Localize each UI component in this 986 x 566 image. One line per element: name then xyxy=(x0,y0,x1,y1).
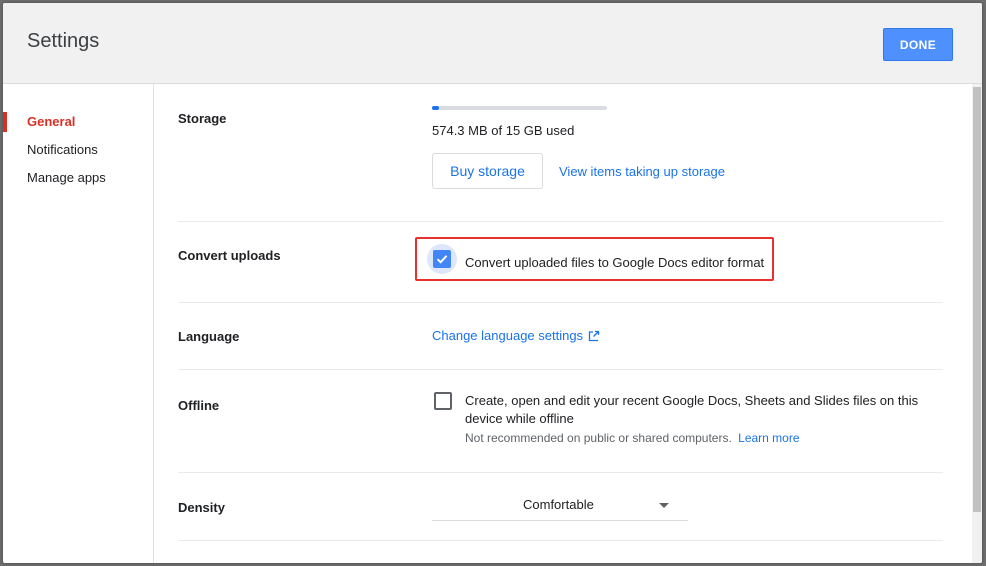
storage-used-text: 574.3 MB of 15 GB used xyxy=(432,123,575,138)
density-label: Density xyxy=(178,500,225,515)
offline-checkbox[interactable] xyxy=(434,392,452,410)
language-label: Language xyxy=(178,329,240,344)
dropdown-arrow-icon xyxy=(659,503,669,508)
settings-content: Storage 574.3 MB of 15 GB used Buy stora… xyxy=(178,84,943,563)
sidebar-item-manage-apps[interactable]: Manage apps xyxy=(3,164,153,192)
density-selected-value: Comfortable xyxy=(523,497,594,512)
change-language-link[interactable]: Change language settings xyxy=(432,328,583,343)
sidebar-item-general[interactable]: General xyxy=(3,108,153,136)
density-row: Density Comfortable xyxy=(178,472,943,541)
convert-uploads-option-text: Convert uploaded files to Google Docs ed… xyxy=(465,255,765,270)
view-items-link[interactable]: View items taking up storage xyxy=(559,164,725,179)
offline-note-text: Not recommended on public or shared comp… xyxy=(465,431,732,445)
checkmark-icon xyxy=(436,255,448,264)
sidebar-item-notifications[interactable]: Notifications xyxy=(3,136,153,164)
density-select[interactable]: Comfortable xyxy=(432,488,688,521)
offline-label: Offline xyxy=(178,398,220,413)
storage-label: Storage xyxy=(178,111,227,126)
offline-option-line1: Create, open and edit your recent Google… xyxy=(465,393,919,408)
dialog-header: Settings DONE xyxy=(3,3,982,84)
convert-uploads-checkbox[interactable] xyxy=(433,250,451,268)
storage-body: 574.3 MB of 15 GB used Buy storage View … xyxy=(432,106,725,189)
learn-more-link[interactable]: Learn more xyxy=(738,431,799,445)
offline-option-text: Create, open and edit your recent Google… xyxy=(465,392,935,447)
convert-checkbox-halo xyxy=(427,244,457,274)
offline-row: Offline Create, open and edit your recen… xyxy=(178,369,943,473)
offline-note: Not recommended on public or shared comp… xyxy=(465,429,935,447)
storage-row: Storage 574.3 MB of 15 GB used Buy stora… xyxy=(178,84,943,222)
done-button[interactable]: DONE xyxy=(883,28,953,61)
settings-sidebar: General Notifications Manage apps xyxy=(3,84,154,563)
storage-actions: Buy storage View items taking up storage xyxy=(432,153,725,189)
storage-progress-bar xyxy=(432,106,607,110)
sidebar-nav: General Notifications Manage apps xyxy=(3,108,153,192)
dialog-title: Settings xyxy=(27,30,100,52)
language-body: Change language settings xyxy=(432,328,600,343)
settings-dialog: Settings DONE General Notifications Mana… xyxy=(3,3,982,563)
open-in-new-icon[interactable] xyxy=(588,330,600,342)
scrollbar-thumb[interactable] xyxy=(973,87,981,512)
offline-option-line2: device while offline xyxy=(465,411,574,426)
language-row: Language Change language settings xyxy=(178,302,943,370)
buy-storage-button[interactable]: Buy storage xyxy=(432,153,543,189)
storage-progress-fill xyxy=(432,106,439,110)
convert-uploads-label: Convert uploads xyxy=(178,248,281,263)
